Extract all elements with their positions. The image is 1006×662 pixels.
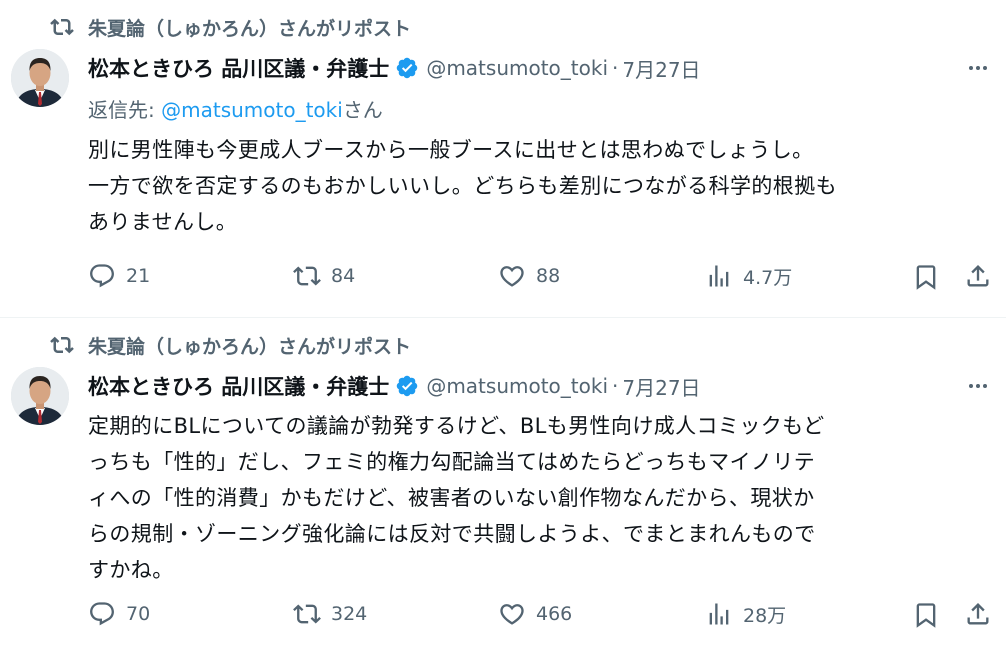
separator: · [612,374,619,398]
views-icon [705,600,733,628]
action-bar: 21 84 88 4.7万 [88,262,1006,294]
text-line: ありませんし。 [88,210,238,234]
repost-button[interactable]: 84 [293,262,355,290]
author-name[interactable]: 松本ときひろ 品川区議・弁護士 [88,371,389,401]
repost-count: 84 [331,265,356,287]
reply-handle-link[interactable]: @matsumoto_toki [161,98,343,122]
text-line: 定期的にBLについての議論が勃発するけど、BLも男性向け成人コミックもど [88,414,825,438]
repost-icon [50,15,74,39]
reply-count: 70 [126,603,151,625]
reply-button[interactable]: 70 [88,600,150,628]
reply-suffix: さん [342,98,383,122]
tweet-text: 定期的にBLについての議論が勃発するけど、BLも男性向け成人コミックもど っちも… [88,408,984,588]
verified-badge-icon[interactable] [395,56,419,80]
reply-prefix: 返信先: [88,98,162,122]
repost-count: 324 [331,603,368,625]
avatar[interactable] [11,49,69,107]
tweet-text: 別に男性陣も今更成人ブースから一般ブースに出せとは思わぬでしょうし。 一方で欲を… [88,132,984,240]
views-count: 4.7万 [743,266,793,289]
repost-label[interactable]: 朱夏論（しゅかろん）さんがリポスト [88,332,411,359]
like-count: 466 [536,603,573,625]
verified-badge-icon[interactable] [395,374,419,398]
text-line: ィへの「性的消費」かもだけど、被害者のいない創作物なんだから、現状か [88,486,815,510]
repost-icon [293,262,321,290]
repost-label[interactable]: 朱夏論（しゅかろん）さんがリポスト [88,14,411,41]
separator: · [612,56,619,80]
like-icon [498,262,526,290]
repost-icon [293,600,321,628]
like-count: 88 [536,265,561,287]
text-line: すかね。 [88,558,174,582]
text-line: らの規制・ゾーニング強化論には反対で共闘しようよ、でまとまれんもので [88,522,816,546]
reply-icon [88,600,116,628]
tweet-card[interactable]: 朱夏論（しゅかろん）さんがリポスト 松本ときひろ 品川区議・弁護士 @matsu… [0,0,1006,318]
author-handle[interactable]: @matsumoto_toki [426,374,608,398]
share-icon[interactable] [964,262,992,292]
action-bar: 70 324 466 28万 [88,600,1006,632]
text-line: 別に男性陣も今更成人ブースから一般ブースに出せとは思わぬでしょうし。 [88,138,814,162]
views-button[interactable]: 28万 [705,600,786,628]
like-button[interactable]: 466 [498,600,572,628]
repost-context: 朱夏論（しゅかろん）さんがリポスト [50,332,411,358]
tweet-header: 松本ときひろ 品川区議・弁護士 @matsumoto_toki · 7月27日 [88,52,986,84]
more-icon[interactable] [964,372,992,400]
avatar[interactable] [11,367,69,425]
more-icon[interactable] [964,54,992,82]
reply-count: 21 [126,265,151,287]
reply-button[interactable]: 21 [88,262,150,290]
tweet-card[interactable]: 朱夏論（しゅかろん）さんがリポスト 松本ときひろ 品川区議・弁護士 @matsu… [0,318,1006,662]
views-count: 28万 [743,604,787,627]
repost-icon [50,333,74,357]
repost-context: 朱夏論（しゅかろん）さんがリポスト [50,14,411,40]
reply-context: 返信先: @matsumoto_tokiさん [88,94,383,123]
share-icon[interactable] [964,600,992,630]
like-icon [498,600,526,628]
bookmark-icon[interactable] [912,601,940,631]
tweet-date[interactable]: 7月27日 [622,372,700,401]
bookmark-icon[interactable] [912,263,940,293]
author-name[interactable]: 松本ときひろ 品川区議・弁護士 [88,53,389,83]
tweet-header: 松本ときひろ 品川区議・弁護士 @matsumoto_toki · 7月27日 [88,370,986,402]
views-icon [705,262,733,290]
tweet-date[interactable]: 7月27日 [622,54,700,83]
text-line: っちも「性的」だし、フェミ的権力勾配論当てはめたらどっちもマイノリテ [88,450,816,474]
author-handle[interactable]: @matsumoto_toki [426,56,608,80]
text-line: 一方で欲を否定するのもおかしいいし。どちらも差別につながる科学的根拠も [88,174,837,198]
reply-icon [88,262,116,290]
views-button[interactable]: 4.7万 [705,262,792,290]
repost-button[interactable]: 324 [293,600,367,628]
like-button[interactable]: 88 [498,262,560,290]
